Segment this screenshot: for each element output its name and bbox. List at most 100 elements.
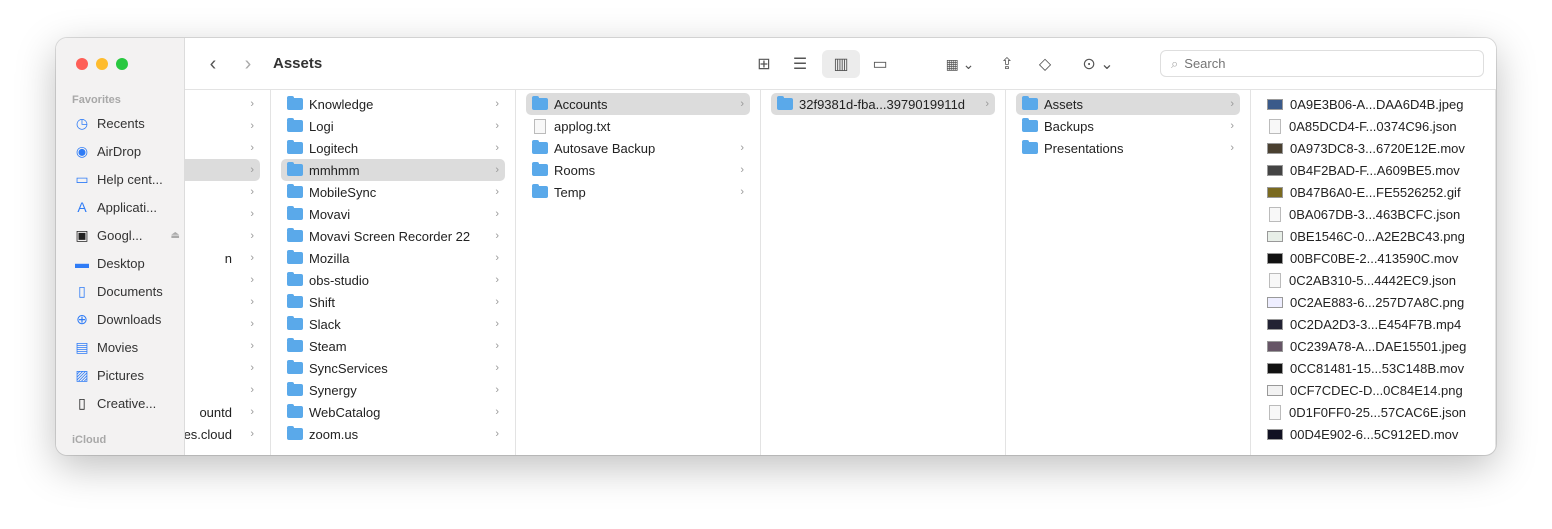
search-input[interactable] bbox=[1184, 56, 1465, 71]
folder-item[interactable]: Movavi Screen Recorder 22 › bbox=[281, 225, 505, 247]
folder-item[interactable]: obs-studio › bbox=[281, 269, 505, 291]
sidebar-item-pictures[interactable]: ▨ Pictures bbox=[74, 365, 180, 385]
folder-item[interactable]: › bbox=[185, 203, 260, 225]
column-view-button[interactable]: ▥ bbox=[822, 50, 860, 78]
file-item[interactable]: 0CF7CDEC-D...0C84E14.png bbox=[1261, 379, 1485, 401]
item-name: Assets bbox=[1044, 96, 1084, 112]
minimize-button[interactable] bbox=[96, 58, 108, 70]
folder-item[interactable]: 32f9381d-fba...3979019911d › bbox=[771, 93, 995, 115]
eject-icon[interactable]: ⏏ bbox=[171, 230, 180, 241]
item-name: 0BA067DB-3...463BCFC.json bbox=[1289, 206, 1461, 222]
folder-item[interactable]: › bbox=[185, 159, 260, 181]
gallery-view-button[interactable]: ▭ bbox=[866, 52, 894, 76]
folder-item[interactable]: › bbox=[185, 291, 260, 313]
folder-item[interactable]: ountd › bbox=[185, 401, 260, 423]
folder-item[interactable]: Slack › bbox=[281, 313, 505, 335]
sidebar-item-documents[interactable]: ▯ Documents bbox=[74, 281, 180, 301]
folder-item[interactable]: Presentations › bbox=[1016, 137, 1240, 159]
file-item[interactable]: 0B47B6A0-E...FE5526252.gif bbox=[1261, 181, 1485, 203]
item-name: Slack bbox=[309, 316, 341, 332]
group-button[interactable]: ▦ ⌄ bbox=[940, 52, 980, 76]
file-item[interactable]: 00D4E902-6...5C912ED.mov bbox=[1261, 423, 1485, 445]
forward-button[interactable]: › bbox=[238, 52, 258, 76]
folder-item[interactable]: Logi › bbox=[281, 115, 505, 137]
sidebar-item-helpcent[interactable]: ▭ Help cent... bbox=[74, 169, 180, 189]
folder-item[interactable]: zoom.us › bbox=[281, 423, 505, 445]
zoom-button[interactable] bbox=[116, 58, 128, 70]
folder-item[interactable]: Assets › bbox=[1016, 93, 1240, 115]
folder-item[interactable]: › bbox=[185, 181, 260, 203]
folder-item[interactable]: n › bbox=[185, 247, 260, 269]
folder-item[interactable]: Synergy › bbox=[281, 379, 505, 401]
item-name: Movavi Screen Recorder 22 bbox=[309, 228, 471, 244]
document-icon bbox=[1269, 404, 1281, 420]
more-actions-button[interactable]: ⊙ ⌄ bbox=[1078, 52, 1118, 76]
folder-item[interactable]: › bbox=[185, 137, 260, 159]
folder-item[interactable]: › bbox=[185, 269, 260, 291]
folder-item[interactable]: Rooms › bbox=[526, 159, 750, 181]
file-item[interactable]: 0B4F2BAD-F...A609BE5.mov bbox=[1261, 159, 1485, 181]
item-name: 0C2AE883-6...257D7A8C.png bbox=[1290, 294, 1465, 310]
folder-item[interactable]: Logitech › bbox=[281, 137, 505, 159]
file-item[interactable]: 0BE1546C-0...A2E2BC43.png bbox=[1261, 225, 1485, 247]
search-field[interactable]: ⌕ bbox=[1160, 50, 1484, 77]
file-item[interactable]: 0CC81481-15...53C148B.mov bbox=[1261, 357, 1485, 379]
sidebar-item-creative[interactable]: ▯ Creative... bbox=[74, 393, 180, 413]
share-icon[interactable]: ⇪ bbox=[995, 52, 1019, 76]
folder-item[interactable]: ces.cloud › bbox=[185, 423, 260, 445]
folder-item[interactable]: › bbox=[185, 115, 260, 137]
sidebar-item-desktop[interactable]: ▬ Desktop bbox=[74, 253, 180, 273]
chevron-right-icon: › bbox=[495, 252, 499, 264]
file-item[interactable]: 0C2AB310-5...4442EC9.json bbox=[1261, 269, 1485, 291]
folder-item[interactable]: Shift › bbox=[281, 291, 505, 313]
folder-item[interactable]: Mozilla › bbox=[281, 247, 505, 269]
column-3: Accounts › applog.txt Autosave Backup › Rooms… bbox=[516, 90, 761, 455]
sidebar-item-airdrop[interactable]: ◉ AirDrop bbox=[74, 141, 180, 161]
file-item[interactable]: 0A9E3B06-A...DAA6D4B.jpeg bbox=[1261, 93, 1485, 115]
list-view-button[interactable]: ☰ bbox=[788, 52, 812, 76]
folder-item[interactable]: › bbox=[185, 357, 260, 379]
file-item[interactable]: 0D1F0FF0-25...57CAC6E.json bbox=[1261, 401, 1485, 423]
folder-item[interactable]: › bbox=[185, 93, 260, 115]
folder-item[interactable]: MobileSync › bbox=[281, 181, 505, 203]
file-thumbnail-icon bbox=[1267, 318, 1283, 330]
chevron-right-icon: › bbox=[985, 98, 989, 110]
folder-item[interactable]: Backups › bbox=[1016, 115, 1240, 137]
folder-item[interactable]: Temp › bbox=[526, 181, 750, 203]
folder-item[interactable]: Steam › bbox=[281, 335, 505, 357]
sidebar-item-movies[interactable]: ▤ Movies bbox=[74, 337, 180, 357]
document-icon bbox=[1269, 206, 1281, 222]
sidebar-item-googl[interactable]: ▣ Googl... ⏏ bbox=[74, 225, 180, 245]
file-item[interactable]: 00BFC0BE-2...413590C.mov bbox=[1261, 247, 1485, 269]
sidebar-item-label: Help cent... bbox=[97, 171, 163, 187]
back-button[interactable]: ‹ bbox=[203, 52, 223, 76]
file-item[interactable]: 0C239A78-A...DAE15501.jpeg bbox=[1261, 335, 1485, 357]
file-item[interactable]: 0C2DA2D3-3...E454F7B.mp4 bbox=[1261, 313, 1485, 335]
folder-item[interactable]: mmhmm › bbox=[281, 159, 505, 181]
tag-icon[interactable]: ◇ bbox=[1033, 52, 1057, 76]
file-item[interactable]: 0A85DCD4-F...0374C96.json bbox=[1261, 115, 1485, 137]
file-item[interactable]: 0BA067DB-3...463BCFC.json bbox=[1261, 203, 1485, 225]
folder-item[interactable]: › bbox=[185, 335, 260, 357]
folder-item[interactable]: WebCatalog › bbox=[281, 401, 505, 423]
file-item[interactable]: 0A973DC8-3...6720E12E.mov bbox=[1261, 137, 1485, 159]
search-icon: ⌕ bbox=[1171, 55, 1179, 71]
sidebar-item-downloads[interactable]: ⊕ Downloads bbox=[74, 309, 180, 329]
sidebar-item-applicati[interactable]: A Applicati... bbox=[74, 197, 180, 217]
folder-item[interactable]: applog.txt bbox=[526, 115, 750, 137]
folder-icon bbox=[287, 250, 303, 264]
folder-item[interactable]: Autosave Backup › bbox=[526, 137, 750, 159]
folder-item[interactable]: Movavi › bbox=[281, 203, 505, 225]
folder-item[interactable]: Knowledge › bbox=[281, 93, 505, 115]
chevron-right-icon: › bbox=[1230, 98, 1234, 110]
sidebar-item-recents[interactable]: ◷ Recents bbox=[74, 113, 180, 133]
icon-view-button[interactable]: ⊞ bbox=[752, 52, 776, 76]
folder-item[interactable]: Accounts › bbox=[526, 93, 750, 115]
folder-item[interactable]: › bbox=[185, 225, 260, 247]
close-button[interactable] bbox=[76, 58, 88, 70]
folder-item[interactable]: › bbox=[185, 379, 260, 401]
chevron-right-icon: › bbox=[250, 340, 254, 352]
folder-item[interactable]: › bbox=[185, 313, 260, 335]
folder-item[interactable]: SyncServices › bbox=[281, 357, 505, 379]
file-item[interactable]: 0C2AE883-6...257D7A8C.png bbox=[1261, 291, 1485, 313]
